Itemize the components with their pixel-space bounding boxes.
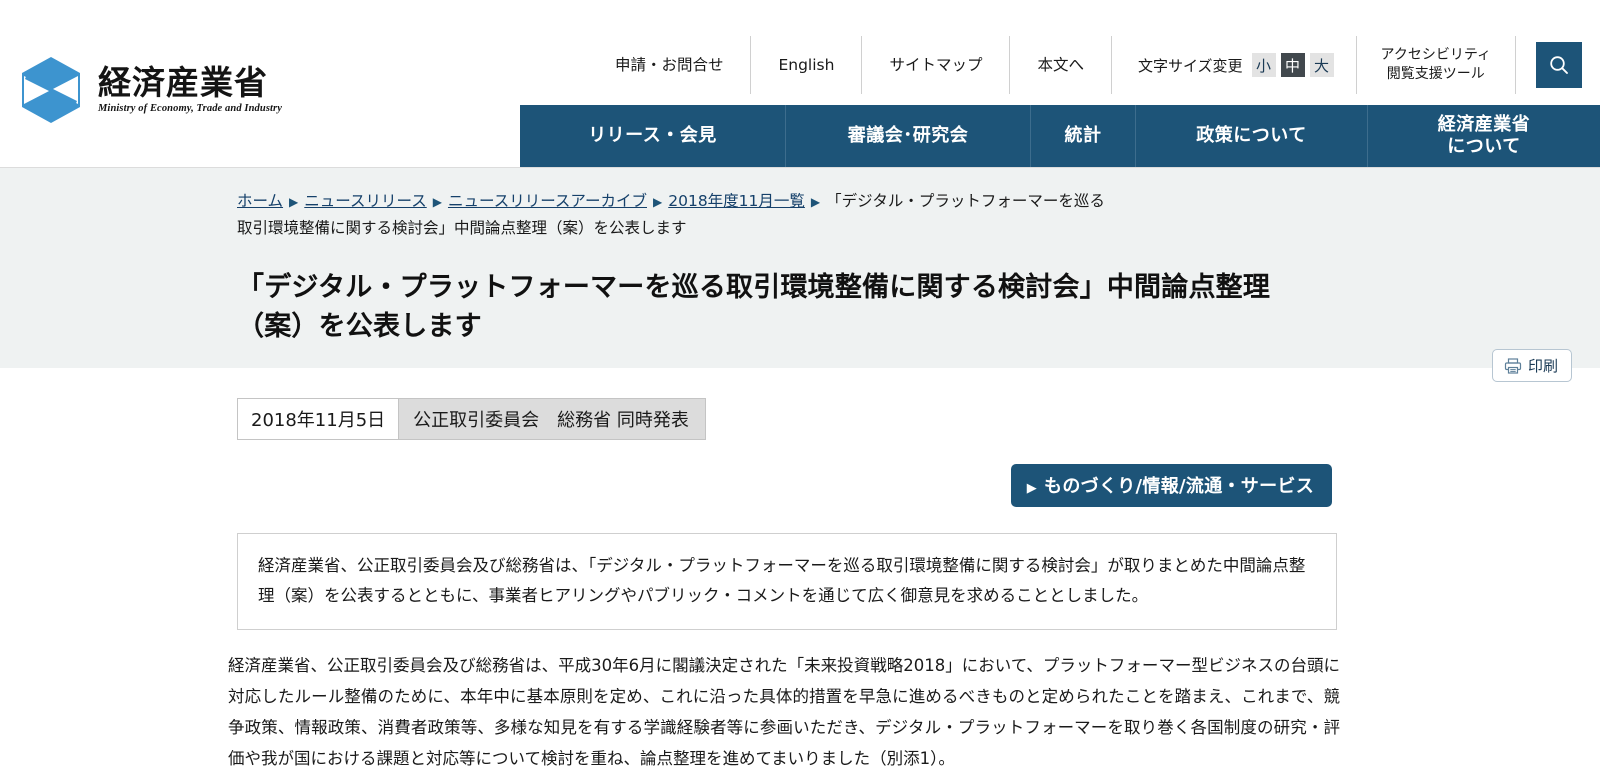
category-arrow-icon: ▶ bbox=[1026, 481, 1038, 496]
util-item-english[interactable]: English bbox=[750, 36, 861, 94]
breadcrumb-item-2018-11-list[interactable]: 2018年度11月一覧 bbox=[668, 192, 805, 210]
page-title: 「デジタル・プラットフォーマーを巡る取引環境整備に関する検討会」中間論点整理（案… bbox=[237, 272, 1271, 342]
breadcrumb-item-home[interactable]: ホーム bbox=[237, 192, 283, 210]
font-size-large-button[interactable]: 大 bbox=[1309, 53, 1334, 77]
site-logo[interactable]: 経済産業省 Ministry of Economy, Trade and Ind… bbox=[18, 55, 282, 125]
accessibility-line1: アクセシビリティ bbox=[1380, 47, 1491, 64]
logo-title-en: Ministry of Economy, Trade and Industry bbox=[98, 103, 282, 115]
nav-about-line1: 経済産業省 bbox=[1437, 114, 1531, 136]
util-item-application[interactable]: 申請・お問合せ bbox=[588, 36, 751, 94]
breadcrumb: ホーム ▶ ニュースリリース ▶ ニュースリリースアーカイブ ▶ 2018年度11月一覧 ▶ 「… bbox=[237, 188, 1117, 242]
release-agency: 公正取引委員会 総務省 同時発表 bbox=[413, 410, 689, 431]
font-size-label: 文字サイズ変更 bbox=[1137, 56, 1243, 75]
category-row: ▶ ものづくり/情報/流通・サービス bbox=[0, 464, 1600, 507]
release-date: 2018年11月5日 bbox=[238, 399, 400, 439]
category-tag[interactable]: ▶ ものづくり/情報/流通・サービス bbox=[1010, 464, 1332, 507]
print-button-label: 印刷 bbox=[1527, 357, 1558, 375]
logo-text: 経済産業省 Ministry of Economy, Trade and Ind… bbox=[98, 62, 282, 115]
nav-item-statistics[interactable]: 統計 bbox=[1030, 105, 1135, 167]
category-tag-label: ものづくり/情報/流通・サービス bbox=[1044, 476, 1314, 497]
main-content: 2018年11月5日 公正取引委員会 総務省 同時発表 ▶ ものづくり/情報/流通… bbox=[0, 368, 1600, 768]
font-size-small-button[interactable]: 小 bbox=[1251, 53, 1276, 77]
util-item-skip-to-content[interactable]: 本文へ bbox=[1009, 36, 1111, 94]
accessibility-line2: 閲覧支援ツール bbox=[1386, 66, 1485, 82]
util-item-sitemap[interactable]: サイトマップ bbox=[861, 36, 1009, 94]
nav-item-policies[interactable]: 政策について bbox=[1135, 105, 1367, 167]
search-icon bbox=[1550, 56, 1568, 74]
nav-item-releases[interactable]: リリース・会見 bbox=[520, 105, 785, 167]
meti-hexagon-logo-icon bbox=[18, 55, 84, 125]
main-navigation: リリース・会見 審議会･研究会 統計 政策について 経済産業省 について bbox=[520, 105, 1600, 167]
nav-item-councils[interactable]: 審議会･研究会 bbox=[785, 105, 1030, 167]
nav-item-about-meti[interactable]: 経済産業省 について bbox=[1367, 105, 1600, 167]
search-area bbox=[1515, 36, 1600, 94]
logo-title-jp: 経済産業省 bbox=[98, 62, 268, 102]
site-header: 経済産業省 Ministry of Economy, Trade and Ind… bbox=[0, 0, 1600, 168]
font-size-medium-button[interactable]: 中 bbox=[1280, 53, 1305, 77]
utility-nav: 申請・お問合せ English サイトマップ 本文へ 文字サイズ変更 小 中 大… bbox=[588, 36, 1600, 94]
title-band: ホーム ▶ ニュースリリース ▶ ニュースリリースアーカイブ ▶ 2018年度11月一覧 ▶ 「… bbox=[0, 168, 1600, 382]
print-button[interactable]: 印刷 bbox=[1491, 349, 1572, 382]
summary-box: 経済産業省、公正取引委員会及び総務省は、「デジタル・プラットフォーマーを巡る取引… bbox=[237, 533, 1337, 631]
nav-about-line2: について bbox=[1447, 136, 1521, 157]
breadcrumb-separator-icon: ▶ bbox=[289, 195, 299, 209]
breadcrumb-separator-icon: ▶ bbox=[653, 195, 663, 209]
search-button[interactable] bbox=[1536, 42, 1582, 88]
body-paragraph: 経済産業省、公正取引委員会及び総務省は、平成30年6月に閣議決定された「未来投資… bbox=[228, 656, 1340, 768]
breadcrumb-separator-icon: ▶ bbox=[432, 195, 442, 209]
breadcrumb-item-news-release[interactable]: ニュースリリース bbox=[304, 192, 426, 210]
accessibility-tool-link[interactable]: アクセシビリティ 閲覧支援ツール bbox=[1355, 36, 1515, 94]
breadcrumb-item-news-archive[interactable]: ニュースリリースアーカイブ bbox=[448, 192, 647, 210]
printer-icon bbox=[1504, 357, 1522, 374]
font-size-control: 文字サイズ変更 小 中 大 bbox=[1110, 36, 1356, 94]
release-meta: 2018年11月5日 公正取引委員会 総務省 同時発表 bbox=[237, 398, 706, 440]
breadcrumb-separator-icon: ▶ bbox=[810, 195, 821, 209]
